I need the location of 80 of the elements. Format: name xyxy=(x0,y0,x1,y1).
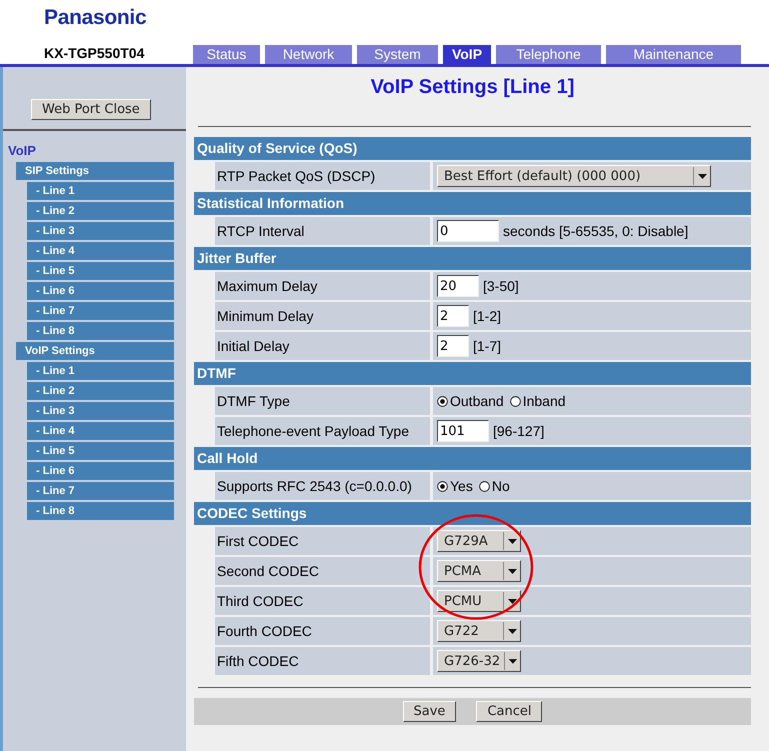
field-label: Fourth CODEC xyxy=(215,617,430,645)
field-label: DTMF Type xyxy=(215,387,430,415)
section-header: CODEC Settings xyxy=(194,502,751,525)
sidebar-group[interactable]: SIP Settings xyxy=(16,162,174,180)
brand-logo: Panasonic xyxy=(44,6,146,30)
nav-tab[interactable]: VoIP xyxy=(443,45,491,64)
radio-button[interactable] xyxy=(437,396,448,406)
sidebar-item[interactable]: - Line 1 xyxy=(27,182,174,200)
sidebar-heading: VoIP xyxy=(8,143,37,158)
nav-tab[interactable]: Status xyxy=(193,45,260,64)
radio-option[interactable]: Outband xyxy=(437,393,504,409)
nav-tab[interactable]: Maintenance xyxy=(606,45,741,64)
radio-option[interactable]: Inband xyxy=(510,393,566,409)
range-hint: [1-7] xyxy=(473,338,502,354)
sidebar-item[interactable]: - Line 7 xyxy=(27,482,174,500)
field-label: Second CODEC xyxy=(215,557,430,585)
sidebar-item[interactable]: - Line 2 xyxy=(27,382,174,400)
radio-button[interactable] xyxy=(437,480,448,492)
sidebar-item[interactable]: - Line 8 xyxy=(27,502,174,520)
field-label: Third CODEC xyxy=(215,587,430,615)
web-port-close-button[interactable]: Web Port Close xyxy=(31,99,151,120)
field-label: Maximum Delay xyxy=(215,272,430,300)
field-label: RTCP Interval xyxy=(215,217,430,245)
dropdown[interactable]: Best Effort (default) (000 000) xyxy=(437,165,711,187)
input-field[interactable]: 20 xyxy=(437,275,479,297)
dropdown[interactable]: G729A xyxy=(437,530,521,552)
form-button[interactable]: Cancel xyxy=(476,701,542,722)
sidebar-item[interactable]: - Line 6 xyxy=(27,282,174,300)
sidebar-item[interactable]: - Line 8 xyxy=(27,322,174,340)
section-header: Statistical Information xyxy=(194,192,751,215)
section-header: Jitter Buffer xyxy=(194,247,751,270)
input-field[interactable]: 2 xyxy=(437,335,469,357)
model-name: KX-TGP550T04 xyxy=(44,45,144,61)
field-label: First CODEC xyxy=(215,527,430,555)
dropdown[interactable]: PCMA xyxy=(437,560,521,582)
field-label: Fifth CODEC xyxy=(215,647,430,675)
field-label: Telephone-event Payload Type xyxy=(215,417,430,445)
dropdown[interactable]: G726-32 xyxy=(437,650,521,672)
range-hint: [1-2] xyxy=(473,308,502,324)
sidebar-item[interactable]: - Line 4 xyxy=(27,422,174,440)
radio-button[interactable] xyxy=(510,396,521,406)
page-title: VoIP Settings [Line 1] xyxy=(370,76,576,100)
caret-icon xyxy=(503,532,520,550)
range-hint: [96-127] xyxy=(493,423,544,439)
sidebar-item[interactable]: - Line 1 xyxy=(27,362,174,380)
input-field[interactable]: 0 xyxy=(437,220,499,242)
sidebar-item[interactable]: - Line 5 xyxy=(27,442,174,460)
sidebar-item[interactable]: - Line 7 xyxy=(27,302,174,320)
form-button[interactable]: Save xyxy=(402,701,456,722)
radio-option[interactable]: Yes xyxy=(437,478,473,494)
caret-icon xyxy=(503,562,520,580)
dropdown[interactable]: PCMU xyxy=(437,590,521,612)
sidebar-item[interactable]: - Line 5 xyxy=(27,262,174,280)
section-header: Call Hold xyxy=(194,447,751,470)
section-header: Quality of Service (QoS) xyxy=(194,137,751,160)
sidebar-item[interactable]: - Line 2 xyxy=(27,202,174,220)
range-hint: [3-50] xyxy=(483,278,519,294)
field-label: Minimum Delay xyxy=(215,302,430,330)
range-hint: seconds [5-65535, 0: Disable] xyxy=(503,223,688,239)
radio-option[interactable]: No xyxy=(478,478,510,494)
caret-icon xyxy=(503,592,520,610)
field-label: Supports RFC 2543 (c=0.0.0.0) xyxy=(215,472,430,500)
section-header: DTMF xyxy=(194,362,751,385)
sidebar-item[interactable]: - Line 6 xyxy=(27,462,174,480)
nav-tab[interactable]: Network xyxy=(265,45,352,64)
caret-icon xyxy=(693,167,710,185)
sidebar-item[interactable]: - Line 3 xyxy=(27,222,174,240)
nav-tab[interactable]: System xyxy=(357,45,438,64)
field-label: Initial Delay xyxy=(215,332,430,360)
radio-button[interactable] xyxy=(478,480,490,492)
dropdown[interactable]: G722 xyxy=(437,620,521,642)
caret-icon xyxy=(504,652,520,670)
sidebar-item[interactable]: - Line 3 xyxy=(27,402,174,420)
nav-tab[interactable]: Telephone xyxy=(496,45,601,64)
input-field[interactable]: 2 xyxy=(437,305,469,327)
input-field[interactable]: 101 xyxy=(437,420,489,442)
field-label: RTP Packet QoS (DSCP) xyxy=(215,162,430,190)
sidebar-group[interactable]: VoIP Settings xyxy=(16,342,174,360)
sidebar-item[interactable]: - Line 4 xyxy=(27,242,174,260)
caret-icon xyxy=(503,622,520,640)
